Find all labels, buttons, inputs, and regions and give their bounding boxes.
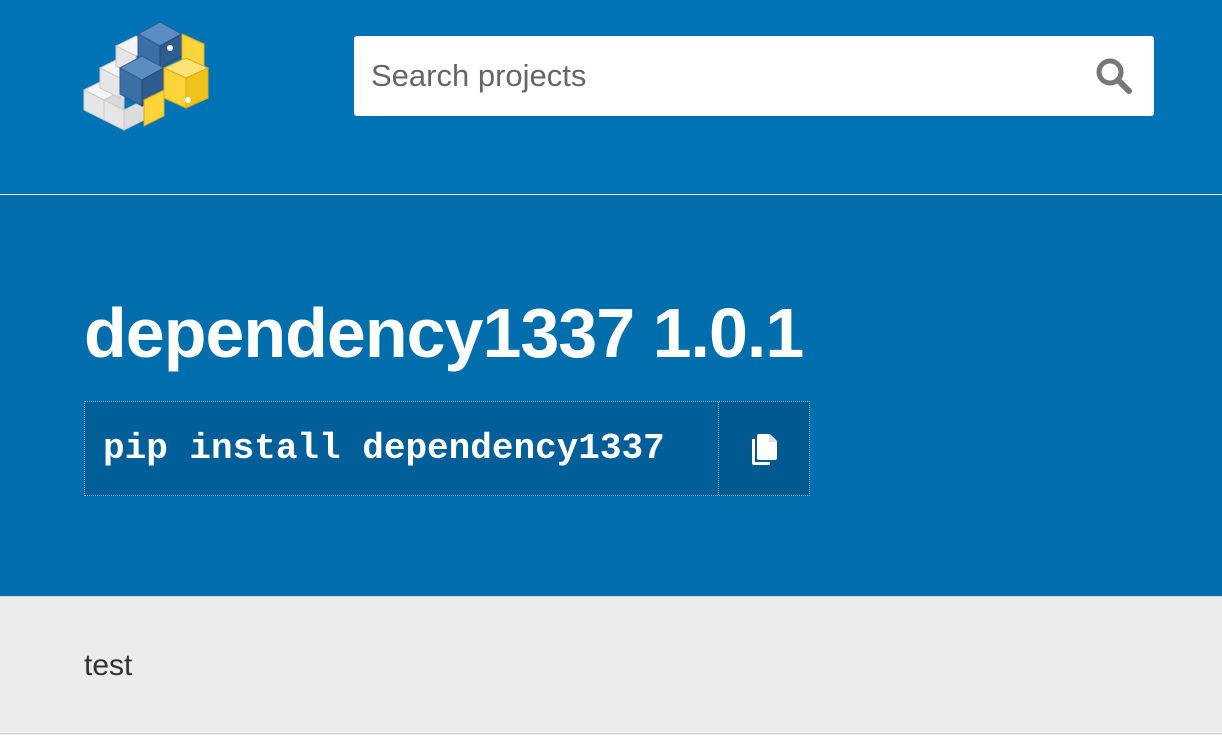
package-summary-bar: test — [0, 596, 1222, 734]
pypi-logo-link[interactable] — [82, 16, 216, 132]
search-input[interactable] — [354, 36, 1074, 116]
package-summary: test — [84, 649, 133, 682]
pypi-logo-icon — [82, 21, 210, 131]
package-banner: dependency1337 1.0.1 pip install depende… — [0, 195, 1222, 596]
package-title: dependency1337 1.0.1 — [84, 294, 804, 372]
page-content-area — [0, 735, 1222, 752]
copy-icon — [752, 433, 777, 465]
site-header — [0, 0, 1222, 194]
search-button[interactable] — [1074, 36, 1154, 116]
copy-button[interactable] — [719, 402, 809, 495]
pip-install-command[interactable]: pip install dependency1337 — [85, 402, 719, 495]
pip-install-box: pip install dependency1337 — [84, 401, 810, 496]
search-form — [354, 36, 1154, 116]
search-icon — [1096, 58, 1132, 94]
